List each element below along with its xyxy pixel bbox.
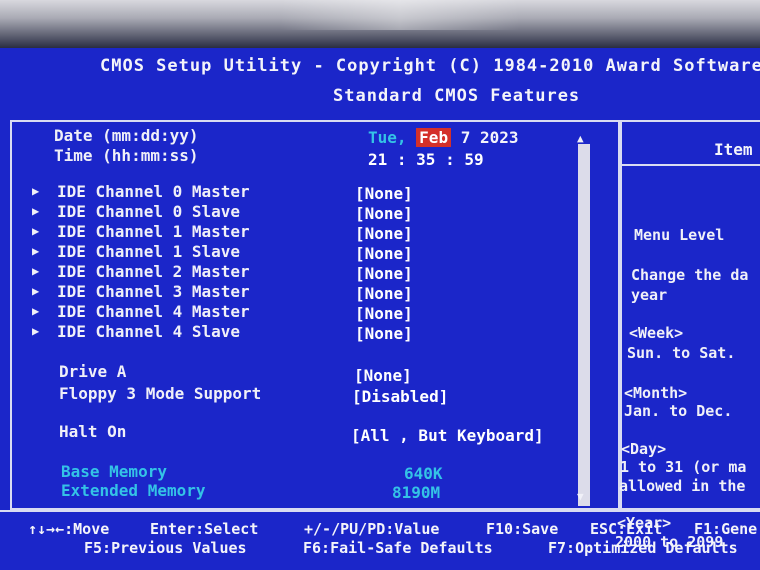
submenu-arrow-icon: ▶: [32, 224, 40, 238]
drive-a-label: Drive A: [59, 362, 127, 381]
time-value[interactable]: 21 : 35 : 59: [368, 150, 484, 169]
help-menu-level: Menu Level: [634, 226, 725, 244]
date-label: Date (mm:dd:yy): [54, 126, 199, 145]
ide-channel-value[interactable]: [None]: [355, 284, 413, 303]
help-day-title: <Day>: [621, 440, 667, 458]
time-label: Time (hh:mm:ss): [54, 146, 199, 165]
help-description: Change the da: [631, 266, 749, 284]
monitor-bezel-background: [0, 0, 760, 52]
halt-on-label: Halt On: [59, 422, 127, 441]
extended-memory-value: 8190M: [392, 483, 441, 502]
halt-on-value[interactable]: [All , But Keyboard]: [351, 426, 544, 445]
key-hint-previous-values: F5:Previous Values: [84, 539, 247, 557]
item-help-title: Item: [714, 140, 753, 159]
key-hint-failsafe-defaults: F6:Fail-Safe Defaults: [303, 539, 493, 557]
submenu-arrow-icon: ▶: [32, 204, 40, 218]
submenu-arrow-icon: ▶: [32, 264, 40, 278]
ide-channel-value[interactable]: [None]: [355, 244, 413, 263]
help-title-rule: [620, 164, 760, 166]
background-glare: [280, 0, 520, 30]
ide-channel-value[interactable]: [None]: [355, 184, 413, 203]
ide-channel-value[interactable]: [None]: [355, 304, 413, 323]
help-week-range: Sun. to Sat.: [627, 344, 736, 362]
ide-channel-value[interactable]: [None]: [355, 204, 413, 223]
key-hint-optimized-defaults: F7:Optimized Defaults: [548, 539, 738, 557]
footer-separator: [0, 510, 760, 514]
ide-channel-value[interactable]: [None]: [355, 324, 413, 343]
date-weekday: Tue,: [368, 128, 407, 147]
submenu-arrow-icon: ▶: [32, 184, 40, 198]
date-month-selected[interactable]: Feb: [416, 128, 452, 147]
header-copyright: CMOS Setup Utility - Copyright (C) 1984-…: [100, 56, 760, 76]
help-day-range: 1 to 31 (or ma: [620, 458, 747, 476]
ide-channel-value[interactable]: [None]: [355, 264, 413, 283]
date-day-year[interactable]: 7 2023: [461, 128, 519, 147]
key-hint-select: Enter:Select: [150, 520, 259, 538]
floppy-mode-value[interactable]: [Disabled]: [352, 387, 448, 406]
bios-header: CMOS Setup Utility - Copyright (C) 1984-…: [0, 48, 760, 118]
extended-memory-label: Extended Memory: [61, 481, 206, 500]
date-value[interactable]: Tue, Feb 7 2023: [368, 128, 519, 147]
submenu-arrow-icon: ▶: [32, 324, 40, 338]
help-month-range: Jan. to Dec.: [624, 402, 733, 420]
help-description: year: [631, 286, 668, 304]
help-day-range: allowed in the: [619, 477, 746, 495]
key-hint-value: +/-/PU/PD:Value: [304, 520, 440, 538]
submenu-arrow-icon: ▶: [32, 244, 40, 258]
submenu-arrow-icon: ▶: [32, 284, 40, 298]
floppy-mode-label: Floppy 3 Mode Support: [59, 384, 262, 403]
base-memory-value: 640K: [404, 464, 443, 483]
key-hint-move: ↑↓→←:Move: [28, 520, 110, 538]
key-hint-save: F10:Save: [486, 520, 559, 538]
submenu-arrow-icon: ▶: [32, 304, 40, 318]
ide-channel-value[interactable]: [None]: [355, 224, 413, 243]
base-memory-label: Base Memory: [61, 462, 167, 481]
scrollbar[interactable]: [578, 144, 590, 506]
bios-screen: CMOS Setup Utility - Copyright (C) 1984-…: [0, 48, 760, 570]
main-frame: Date (mm:dd:yy) Tue, Feb 7 2023 Time (hh…: [10, 120, 760, 551]
key-hint-exit: ESC:Exit: [590, 520, 663, 538]
drive-a-value[interactable]: [None]: [354, 366, 412, 385]
help-month-title: <Month>: [624, 384, 688, 402]
help-week-title: <Week>: [629, 324, 684, 342]
key-hint-help: F1:Gene: [694, 520, 758, 538]
scroll-down-arrow-icon[interactable]: ▼: [577, 490, 584, 503]
page-title: Standard CMOS Features: [333, 86, 581, 106]
